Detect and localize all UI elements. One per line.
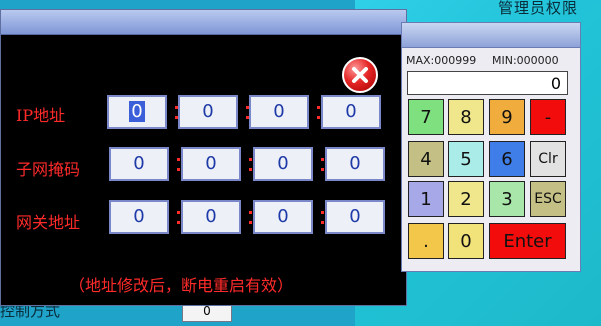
close-button[interactable] xyxy=(342,57,378,93)
separator-dot xyxy=(177,158,180,161)
key-7[interactable]: 7 xyxy=(408,99,444,135)
ip-octet-3-input[interactable]: 0 xyxy=(249,95,309,129)
gateway-octet-2-input[interactable]: 0 xyxy=(181,200,241,234)
separator-dot xyxy=(177,221,180,224)
gateway-label: 网关地址 xyxy=(16,213,81,232)
separator-dot xyxy=(317,116,320,119)
separator-dot xyxy=(177,211,180,214)
key-6[interactable]: 6 xyxy=(489,141,525,177)
subnet-mask-label: 子网掩码 xyxy=(16,160,81,179)
key-3[interactable]: 3 xyxy=(489,181,525,217)
min-label: MIN:000000 xyxy=(492,54,559,67)
separator-dot xyxy=(249,168,252,171)
numeric-keypad: MAX:000999 MIN:000000 0 7 8 9 - 4 5 6 Cl… xyxy=(401,22,581,272)
close-icon xyxy=(352,67,368,83)
ip-octet-4-input[interactable]: 0 xyxy=(321,95,381,129)
separator-dot xyxy=(321,211,324,214)
enter-button[interactable]: Enter xyxy=(489,223,566,259)
restart-note: （地址修改后，断电重启有效） xyxy=(69,276,294,295)
separator-dot xyxy=(177,168,180,171)
key-4[interactable]: 4 xyxy=(408,141,444,177)
clear-button[interactable]: Clr xyxy=(530,141,566,177)
mask-octet-4-input[interactable]: 0 xyxy=(325,147,385,181)
key-1[interactable]: 1 xyxy=(408,181,444,217)
mask-octet-2-input[interactable]: 0 xyxy=(181,147,241,181)
ip-octet-2-input[interactable]: 0 xyxy=(178,95,238,129)
gateway-octet-4-input[interactable]: 0 xyxy=(325,200,385,234)
max-label: MAX:000999 xyxy=(406,54,477,67)
escape-button[interactable]: ESC xyxy=(530,181,566,217)
key-dot[interactable]: . xyxy=(408,223,444,259)
separator-dot xyxy=(249,158,252,161)
keypad-display: 0 xyxy=(407,71,568,95)
separator-dot xyxy=(321,168,324,171)
separator-dot xyxy=(321,158,324,161)
gateway-octet-1-input[interactable]: 0 xyxy=(109,200,169,234)
key-8[interactable]: 8 xyxy=(448,99,484,135)
background-title: 管理员权限 xyxy=(498,0,579,17)
key-9[interactable]: 9 xyxy=(489,99,525,135)
ip-address-label: IP地址 xyxy=(16,106,66,125)
separator-dot xyxy=(321,221,324,224)
ip-octet-1-input[interactable]: 0 xyxy=(107,95,167,129)
keypad-titlebar[interactable] xyxy=(402,23,580,48)
separator-dot xyxy=(317,106,320,109)
key-2[interactable]: 2 xyxy=(448,181,484,217)
key-5[interactable]: 5 xyxy=(448,141,484,177)
dialog-titlebar[interactable] xyxy=(1,10,406,35)
separator-dot xyxy=(249,211,252,214)
key-minus[interactable]: - xyxy=(530,99,566,135)
separator-dot xyxy=(249,221,252,224)
gateway-octet-3-input[interactable]: 0 xyxy=(253,200,313,234)
ip-octet-value: 0 xyxy=(129,101,145,122)
key-0[interactable]: 0 xyxy=(448,223,484,259)
mask-octet-3-input[interactable]: 0 xyxy=(253,147,313,181)
mask-octet-1-input[interactable]: 0 xyxy=(109,147,169,181)
ip-settings-dialog: IP地址 0 0 0 0 子网掩码 0 0 0 0 网关地址 0 0 0 0 （… xyxy=(0,9,407,306)
